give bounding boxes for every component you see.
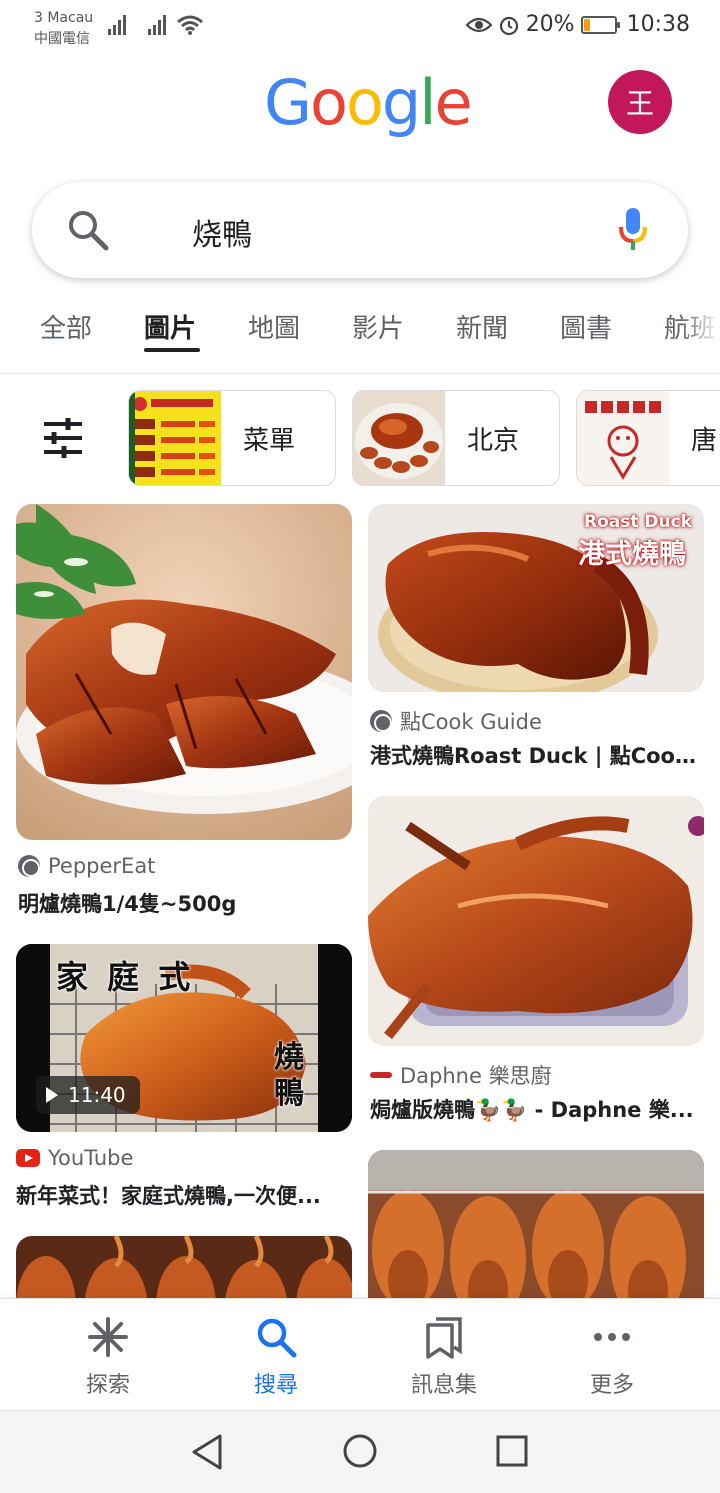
clock: 10:38 [626, 12, 690, 37]
result-image-daphne[interactable] [368, 796, 704, 1046]
tab-maps[interactable]: 地圖 [248, 308, 300, 345]
youtube-icon [16, 1149, 40, 1167]
result-source-name: YouTube [48, 1146, 134, 1170]
image-overlay-chinese: 港式燒鴨 [578, 539, 686, 570]
search-tabs: 全部 圖片 地圖 影片 新聞 圖書 航班 [0, 290, 720, 374]
chip-tang[interactable]: 唐 [576, 390, 720, 486]
status-right: 20% 10:38 [465, 12, 690, 37]
result-title[interactable]: 港式燒鴨Roast Duck | 點Cook ... [370, 740, 704, 770]
chip-thumbnail-beijing [353, 391, 445, 485]
result-title[interactable]: 焗爐版燒鴨🦆🦆 - Daphne 樂... [370, 1094, 704, 1124]
globe-icon [370, 710, 392, 732]
result-image-pepper-eat[interactable] [16, 504, 352, 840]
nav-more[interactable]: 更多 [552, 1315, 672, 1399]
nav-label: 訊息集 [410, 1373, 477, 1398]
nav-search[interactable]: 搜尋 [216, 1315, 336, 1399]
chip-beijing[interactable]: 北京 [352, 390, 560, 486]
result-source[interactable]: YouTube [16, 1146, 133, 1170]
tab-all[interactable]: 全部 [40, 308, 92, 345]
battery-level [583, 18, 590, 31]
result-source-name: 點Cook Guide [400, 710, 542, 734]
home-icon[interactable] [342, 1433, 378, 1469]
site-favicon [370, 1072, 392, 1078]
search-icon [69, 211, 109, 251]
chip-label: 菜單 [243, 425, 296, 456]
account-avatar[interactable]: 王 [608, 70, 672, 134]
battery-percent: 20% [525, 12, 575, 37]
filter-tune-icon[interactable] [40, 416, 86, 460]
carrier-name: 3 Macau [34, 10, 94, 26]
nav-discover[interactable]: 探索 [48, 1315, 168, 1399]
logo-letter: g [381, 66, 421, 139]
video-overlay-title: 家 庭 式 [56, 958, 195, 996]
globe-icon [18, 855, 40, 877]
more-dots-icon [594, 1333, 630, 1341]
chip-thumbnail-menu [129, 391, 221, 485]
search-query[interactable]: 烧鴨 [192, 210, 252, 254]
result-image-dian-cook[interactable]: Roast Duck 港式燒鴨 [368, 504, 704, 692]
eye-comfort-icon [465, 17, 492, 32]
logo-letter: G [264, 66, 312, 139]
nav-label: 搜尋 [253, 1373, 298, 1398]
chip-menu[interactable]: 菜單 [128, 390, 336, 486]
nav-label: 探索 [85, 1373, 130, 1398]
video-duration: 11:40 [68, 1083, 126, 1107]
tab-videos[interactable]: 影片 [352, 308, 404, 345]
carrier-name-secondary: 中國電信 [34, 31, 90, 47]
roast-duck-plate-image [16, 504, 352, 840]
signal-icon [108, 15, 126, 35]
active-tab-indicator [144, 348, 200, 352]
bottom-navigation: 探索 搜尋 訊息集 更多 [0, 1298, 720, 1410]
result-source-name: Daphne 樂思廚 [400, 1064, 552, 1088]
search-box[interactable]: 烧鴨 [32, 182, 688, 278]
roast-duck-tray-image [368, 796, 704, 1046]
battery-icon [580, 15, 620, 34]
system-navigation-bar [0, 1410, 720, 1493]
status-bar: 3 Macau 中國電信 20% 10:38 [0, 0, 720, 56]
alarm-icon [499, 16, 518, 35]
chip-thumbnail-tang [577, 391, 669, 485]
google-logo: Google [264, 66, 473, 139]
result-title[interactable]: 明爐燒鴨1/4隻~500g [18, 888, 352, 918]
logo-letter: o [345, 66, 384, 139]
logo-letter: l [419, 66, 436, 139]
search-icon [257, 1318, 297, 1358]
microphone-icon[interactable] [618, 208, 648, 252]
tab-images[interactable]: 圖片 [144, 308, 196, 345]
chip-label: 北京 [467, 425, 520, 456]
tab-books[interactable]: 圖書 [560, 308, 612, 345]
result-source-name: PepperEat [48, 854, 156, 878]
back-icon[interactable] [190, 1433, 224, 1471]
recent-apps-icon[interactable] [496, 1435, 528, 1467]
carrier-info: 3 Macau 中國電信 [34, 8, 93, 50]
result-source[interactable]: 點Cook Guide [370, 706, 542, 736]
logo-letter: e [434, 66, 473, 139]
video-overlay-side: 燒鴨 [274, 1040, 304, 1111]
collections-bookmark-icon [426, 1317, 462, 1359]
wifi-icon [177, 15, 203, 35]
signal-icon-2 [148, 15, 166, 35]
tab-news[interactable]: 新聞 [456, 308, 508, 345]
play-icon [46, 1087, 58, 1103]
result-source[interactable]: PepperEat [18, 854, 155, 878]
discover-asterisk-icon [88, 1317, 128, 1357]
logo-letter: o [310, 66, 348, 139]
image-overlay-english: Roast Duck [584, 512, 693, 532]
result-title[interactable]: 新年菜式！家庭式燒鴨,一次便... [16, 1180, 352, 1210]
nav-label: 更多 [589, 1373, 634, 1398]
video-duration-badge: 11:40 [36, 1076, 140, 1114]
chip-label: 唐 [691, 425, 718, 456]
nav-collections[interactable]: 訊息集 [384, 1315, 504, 1399]
tabs-fade [680, 290, 720, 370]
result-source[interactable]: Daphne 樂思廚 [370, 1060, 552, 1090]
